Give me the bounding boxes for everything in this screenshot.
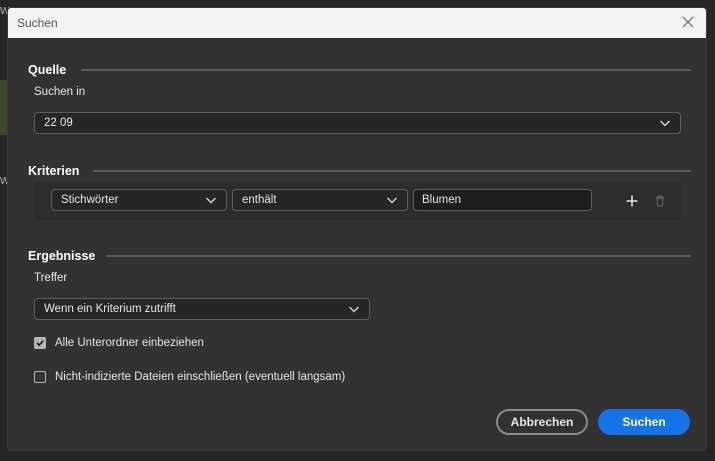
search-dialog: Suchen Quelle Suchen in 22 09 Kriterien … (7, 7, 707, 451)
close-icon[interactable] (680, 14, 696, 30)
chevron-down-icon (348, 306, 360, 313)
section-heading-results: Ergebnisse (28, 249, 96, 263)
criteria-field-value: Stichwörter (61, 194, 119, 206)
search-in-value: 22 09 (44, 117, 73, 129)
include-nonindexed-label: Nicht-indizierte Dateien einschließen (e… (55, 371, 346, 383)
search-in-label: Suchen in (34, 86, 86, 98)
match-value: Wenn ein Kriterium zutrifft (44, 303, 176, 315)
section-heading-source: Quelle (28, 63, 67, 77)
criteria-row: Stichwörter enthält (34, 182, 681, 220)
include-subfolders-checkbox[interactable] (34, 337, 46, 349)
include-subfolders-label: Alle Unterordner einbeziehen (55, 337, 204, 349)
match-label: Treffer (34, 272, 68, 284)
chevron-down-icon (386, 197, 398, 204)
match-select[interactable]: Wenn ein Kriterium zutrifft (34, 298, 370, 320)
criteria-term-input[interactable] (413, 189, 592, 211)
source-divider (81, 69, 691, 71)
dialog-title: Suchen (17, 16, 58, 30)
cancel-button[interactable]: Abbrechen (496, 409, 588, 435)
checkmark-icon (36, 340, 44, 347)
search-in-select[interactable]: 22 09 (34, 112, 681, 134)
add-criterion-icon[interactable] (623, 192, 641, 210)
criteria-field-select[interactable]: Stichwörter (51, 189, 227, 211)
dialog-titlebar: Suchen (8, 8, 706, 38)
delete-criterion-icon[interactable] (651, 192, 669, 210)
section-heading-criteria: Kriterien (28, 164, 80, 178)
chevron-down-icon (659, 120, 671, 127)
criteria-divider (93, 170, 691, 172)
results-divider (107, 255, 691, 257)
chevron-down-icon (205, 197, 217, 204)
search-button[interactable]: Suchen (598, 409, 690, 435)
criteria-operator-value: enthält (242, 194, 277, 206)
include-nonindexed-checkbox[interactable] (34, 371, 46, 383)
criteria-operator-select[interactable]: enthält (232, 189, 408, 211)
